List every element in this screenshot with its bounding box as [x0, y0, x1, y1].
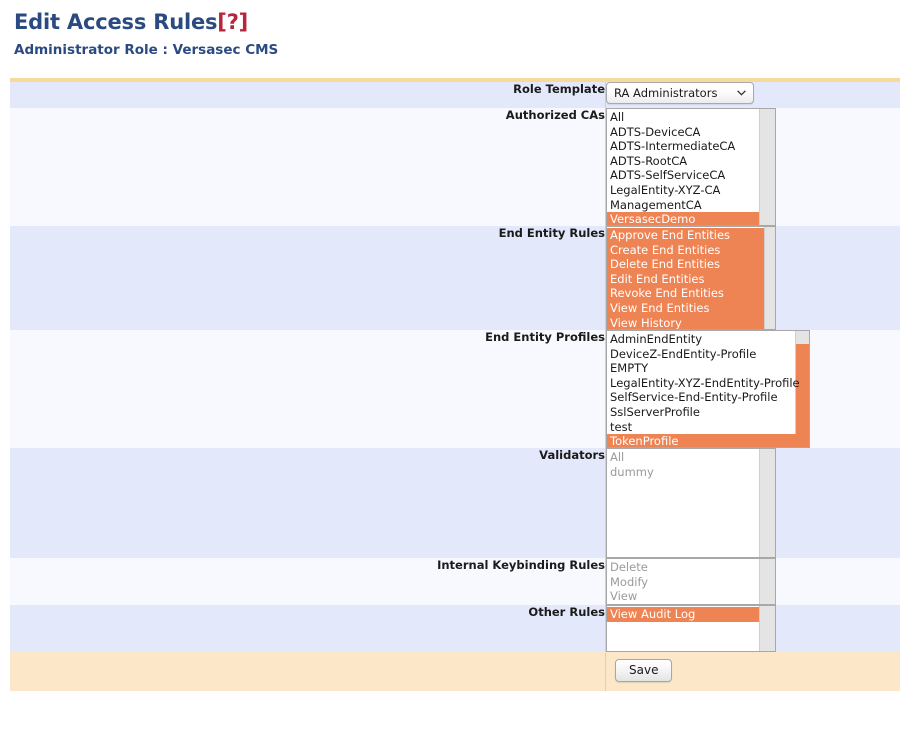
page-title: Edit Access Rules[?] — [0, 0, 900, 35]
authorized-cas-options: AllADTS-DeviceCAADTS-IntermediateCAADTS-… — [607, 109, 759, 226]
label-authorized-cas: Authorized CAs — [10, 108, 606, 226]
list-option[interactable]: Create End Entities — [607, 243, 764, 258]
label-other-rules: Other Rules — [10, 605, 606, 652]
label-end-entity-rules: End Entity Rules — [10, 226, 606, 330]
end-entity-profiles-listbox[interactable]: AdminEndEntityDeviceZ-EndEntity-ProfileE… — [606, 330, 810, 448]
validators-listbox[interactable]: Alldummy — [606, 448, 776, 558]
label-internal-keybinding-rules: Internal Keybinding Rules — [10, 558, 606, 605]
list-option[interactable]: ADTS-SelfServiceCA — [607, 168, 759, 183]
help-link[interactable]: [?] — [217, 10, 248, 34]
list-option[interactable]: TokenProfile — [607, 434, 810, 448]
field-end-entity-rules: Approve End EntitiesCreate End EntitiesD… — [606, 226, 900, 330]
list-option[interactable]: test — [607, 420, 809, 435]
list-option[interactable]: View — [607, 589, 759, 604]
field-actions: Save — [606, 652, 900, 691]
field-role-template: RA Administrators — [606, 80, 900, 108]
list-option[interactable]: EMPTY — [607, 361, 809, 376]
list-option[interactable]: All — [607, 110, 759, 125]
internal-keybinding-rules-options: DeleteModifyView — [607, 559, 759, 604]
role-template-select[interactable]: RA Administrators — [606, 82, 754, 104]
page-title-text: Edit Access Rules — [14, 10, 217, 34]
end-entity-profiles-options: AdminEndEntityDeviceZ-EndEntity-ProfileE… — [607, 331, 809, 448]
label-role-template: Role Template — [10, 80, 606, 108]
page-root: Edit Access Rules[?] Administrator Role … — [0, 0, 900, 742]
list-option[interactable]: ADTS-IntermediateCA — [607, 139, 759, 154]
listbox-scrollbar[interactable] — [759, 606, 775, 651]
authorized-cas-listbox[interactable]: AllADTS-DeviceCAADTS-IntermediateCAADTS-… — [606, 108, 776, 226]
listbox-scrollbar[interactable] — [764, 227, 775, 329]
list-option[interactable]: Modify — [607, 575, 759, 590]
list-option[interactable]: SslServerProfile — [607, 405, 809, 420]
list-option[interactable]: LegalEntity-XYZ-CA — [607, 183, 759, 198]
end-entity-rules-listbox[interactable]: Approve End EntitiesCreate End EntitiesD… — [606, 226, 776, 330]
list-option[interactable]: dummy — [607, 465, 759, 480]
list-option[interactable]: Delete End Entities — [607, 257, 764, 272]
access-rules-form: Role Template RA Administrators Authoriz… — [10, 78, 900, 691]
listbox-scrollbar[interactable] — [759, 109, 775, 225]
listbox-scrollbar[interactable] — [759, 449, 775, 557]
list-option[interactable]: Approve End Entities — [607, 228, 764, 243]
list-option[interactable]: All — [607, 450, 759, 465]
row-authorized-cas: Authorized CAs AllADTS-DeviceCAADTS-Inte… — [10, 108, 900, 226]
page-subtitle: Administrator Role : Versasec CMS — [0, 35, 900, 58]
row-other-rules: Other Rules View Audit Log — [10, 605, 900, 652]
field-authorized-cas: AllADTS-DeviceCAADTS-IntermediateCAADTS-… — [606, 108, 900, 226]
list-option[interactable]: View End Entities — [607, 301, 764, 316]
list-option[interactable]: Edit End Entities — [607, 272, 764, 287]
list-option[interactable]: SelfService-End-Entity-Profile — [607, 390, 809, 405]
row-end-entity-rules: End Entity Rules Approve End EntitiesCre… — [10, 226, 900, 330]
end-entity-rules-options: Approve End EntitiesCreate End EntitiesD… — [607, 227, 764, 330]
list-option[interactable]: DeviceZ-EndEntity-Profile — [607, 347, 809, 362]
other-rules-listbox[interactable]: View Audit Log — [606, 605, 776, 652]
list-option[interactable]: View History — [607, 316, 764, 330]
listbox-scrollbar[interactable] — [759, 559, 775, 604]
internal-keybinding-rules-listbox[interactable]: DeleteModifyView — [606, 558, 776, 605]
row-role-template: Role Template RA Administrators — [10, 80, 900, 108]
field-validators: Alldummy — [606, 448, 900, 558]
label-end-entity-profiles: End Entity Profiles — [10, 330, 606, 448]
validators-options: Alldummy — [607, 449, 759, 479]
list-option[interactable]: ManagementCA — [607, 198, 759, 213]
row-actions: Save — [10, 652, 900, 691]
row-validators: Validators Alldummy — [10, 448, 900, 558]
save-button[interactable]: Save — [615, 659, 672, 682]
row-internal-keybinding-rules: Internal Keybinding Rules DeleteModifyVi… — [10, 558, 900, 605]
list-option[interactable]: ADTS-DeviceCA — [607, 125, 759, 140]
chevron-down-icon — [737, 83, 746, 104]
list-option[interactable]: AdminEndEntity — [607, 332, 809, 347]
field-end-entity-profiles: AdminEndEntityDeviceZ-EndEntity-ProfileE… — [606, 330, 900, 448]
other-rules-options: View Audit Log — [607, 606, 759, 622]
row-end-entity-profiles: End Entity Profiles AdminEndEntityDevice… — [10, 330, 900, 448]
list-option[interactable]: View Audit Log — [607, 607, 759, 622]
list-option[interactable]: Revoke End Entities — [607, 286, 764, 301]
role-template-selected-value: RA Administrators — [614, 86, 717, 100]
actions-spacer — [10, 652, 606, 691]
access-rules-table: Role Template RA Administrators Authoriz… — [10, 78, 900, 691]
list-option[interactable]: VersasecDemo — [607, 212, 759, 226]
list-option[interactable]: Delete — [607, 560, 759, 575]
list-option[interactable]: ADTS-RootCA — [607, 154, 759, 169]
label-validators: Validators — [10, 448, 606, 558]
field-internal-keybinding-rules: DeleteModifyView — [606, 558, 900, 605]
list-option[interactable]: LegalEntity-XYZ-EndEntity-Profile — [607, 376, 809, 391]
field-other-rules: View Audit Log — [606, 605, 900, 652]
